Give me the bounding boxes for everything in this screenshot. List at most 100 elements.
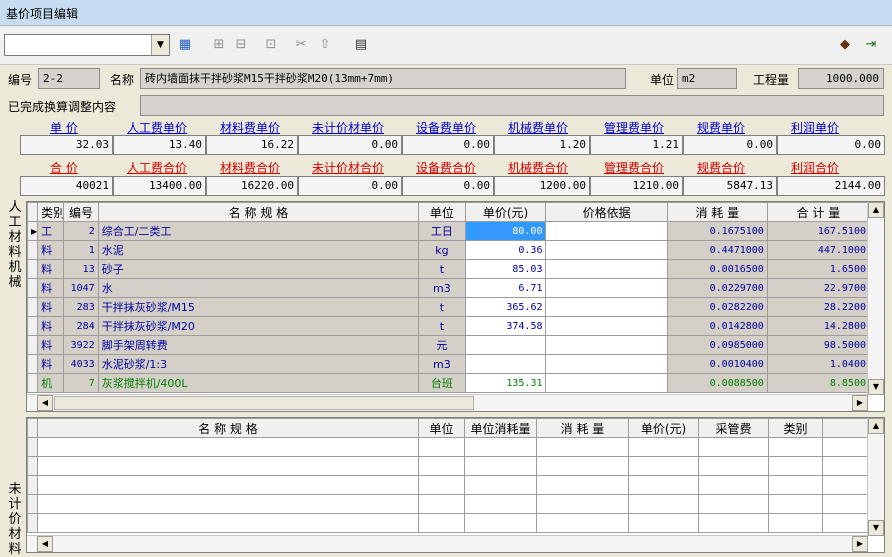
- empty-cell[interactable]: [822, 456, 871, 476]
- table-row[interactable]: [27, 513, 871, 533]
- merge-icon[interactable]: ⊡: [262, 36, 280, 54]
- filter-combo[interactable]: ▼: [4, 34, 170, 56]
- resource-col-5[interactable]: 价格依据: [545, 202, 668, 222]
- cell-basis[interactable]: [545, 297, 668, 317]
- cell-price[interactable]: [464, 335, 547, 355]
- cell-basis[interactable]: [545, 259, 668, 279]
- resource-col-3[interactable]: 单位: [418, 202, 466, 222]
- exit-icon[interactable]: ⇥: [862, 36, 880, 54]
- delete-column-icon[interactable]: ▦: [176, 36, 194, 54]
- row-indicator[interactable]: [27, 354, 39, 374]
- unit-price-value-0[interactable]: 32.03: [20, 135, 113, 155]
- resource-col-1[interactable]: 编号: [63, 202, 99, 222]
- empty-cell[interactable]: [768, 475, 823, 495]
- row-indicator[interactable]: [27, 316, 39, 336]
- empty-cell[interactable]: [698, 475, 769, 495]
- resource-col-6[interactable]: 消 耗 量: [666, 202, 768, 222]
- total-price-value-2[interactable]: 16220.00: [206, 176, 298, 196]
- empty-cell[interactable]: [536, 475, 629, 495]
- empty-cell[interactable]: [27, 513, 38, 533]
- unpriced-vscroll[interactable]: ▲ ▼: [867, 418, 884, 536]
- empty-cell[interactable]: [37, 475, 419, 495]
- cell-basis[interactable]: [545, 335, 668, 355]
- empty-cell[interactable]: [37, 456, 419, 476]
- empty-cell[interactable]: [27, 437, 38, 457]
- unpriced-col-5[interactable]: 采管费: [698, 418, 769, 438]
- empty-cell[interactable]: [628, 513, 699, 533]
- empty-cell[interactable]: [768, 494, 823, 514]
- calculator-icon[interactable]: ▤: [352, 36, 370, 54]
- hscroll-thumb[interactable]: [54, 396, 474, 410]
- total-price-value-7[interactable]: 5847.13: [683, 176, 777, 196]
- table-row[interactable]: 料 13 砂子 t 85.03 0.0016500 1.6500: [27, 259, 871, 279]
- unit-price-value-3[interactable]: 0.00: [298, 135, 402, 155]
- cell-basis[interactable]: [545, 354, 668, 374]
- empty-cell[interactable]: [628, 494, 699, 514]
- table-row[interactable]: 机 7 灰浆搅拌机/400L 台班 135.31 0.0088500 8.8500: [27, 373, 871, 393]
- row-indicator[interactable]: [27, 259, 39, 279]
- row-indicator[interactable]: [27, 297, 39, 317]
- unit-price-value-2[interactable]: 16.22: [206, 135, 298, 155]
- cell-consume[interactable]: 0.0985000: [666, 335, 768, 355]
- table-row[interactable]: 料 284 干拌抹灰砂浆/M20 t 374.58 0.0142800 14.2800: [27, 316, 871, 336]
- resource-col-0[interactable]: 类别: [37, 202, 65, 222]
- resource-col-2[interactable]: 名 称 规 格: [97, 202, 420, 222]
- empty-cell[interactable]: [418, 437, 465, 457]
- cell-consume[interactable]: 0.0088500: [666, 373, 768, 393]
- cell-consume[interactable]: 0.4471000: [666, 240, 768, 260]
- total-price-value-1[interactable]: 13400.00: [113, 176, 206, 196]
- empty-cell[interactable]: [536, 513, 629, 533]
- empty-cell[interactable]: [464, 437, 537, 457]
- cell-price[interactable]: 85.03: [464, 259, 547, 279]
- chevron-down-icon[interactable]: ▼: [151, 35, 169, 55]
- empty-cell[interactable]: [37, 494, 419, 514]
- empty-cell[interactable]: [768, 456, 823, 476]
- total-price-value-4[interactable]: 0.00: [402, 176, 494, 196]
- empty-cell[interactable]: [628, 437, 699, 457]
- table-row[interactable]: 料 1 水泥 kg 0.36 0.4471000 447.1000: [27, 240, 871, 260]
- empty-cell[interactable]: [698, 513, 769, 533]
- up-icon[interactable]: ⇧: [316, 36, 334, 54]
- total-price-value-5[interactable]: 1200.00: [494, 176, 590, 196]
- empty-cell[interactable]: [37, 437, 419, 457]
- empty-cell[interactable]: [822, 513, 871, 533]
- book-icon[interactable]: ◆: [836, 36, 854, 54]
- empty-cell[interactable]: [27, 475, 38, 495]
- total-price-value-3[interactable]: 0.00: [298, 176, 402, 196]
- cell-price[interactable]: 80.00: [464, 221, 547, 241]
- empty-cell[interactable]: [698, 437, 769, 457]
- empty-cell[interactable]: [418, 475, 465, 495]
- empty-cell[interactable]: [536, 494, 629, 514]
- unit-price-value-6[interactable]: 1.21: [590, 135, 683, 155]
- unpriced-col-3[interactable]: 消 耗 量: [536, 418, 629, 438]
- unpriced-col-0[interactable]: 名 称 规 格: [37, 418, 419, 438]
- table-row[interactable]: [27, 475, 871, 495]
- cell-consume[interactable]: 0.1675100: [666, 221, 768, 241]
- empty-cell[interactable]: [628, 456, 699, 476]
- adjust-field[interactable]: [140, 95, 884, 116]
- resource-col-7[interactable]: 合 计 量: [766, 202, 871, 222]
- row-indicator[interactable]: [27, 373, 39, 393]
- empty-cell[interactable]: [536, 437, 629, 457]
- unit-price-value-1[interactable]: 13.40: [113, 135, 206, 155]
- scroll-right-icon[interactable]: ▶: [852, 536, 868, 552]
- unpriced-col-1[interactable]: 单位: [418, 418, 465, 438]
- empty-cell[interactable]: [536, 456, 629, 476]
- cell-price[interactable]: 365.62: [464, 297, 547, 317]
- cell-basis[interactable]: [545, 316, 668, 336]
- empty-cell[interactable]: [418, 456, 465, 476]
- empty-cell[interactable]: [768, 437, 823, 457]
- row-indicator[interactable]: [27, 278, 39, 298]
- empty-cell[interactable]: [768, 513, 823, 533]
- cell-consume[interactable]: 0.0142800: [666, 316, 768, 336]
- cell-consume[interactable]: 0.0010400: [666, 354, 768, 374]
- empty-cell[interactable]: [698, 494, 769, 514]
- unit-price-value-8[interactable]: 0.00: [777, 135, 885, 155]
- empty-cell[interactable]: [822, 494, 871, 514]
- unit-field[interactable]: m2: [677, 68, 737, 89]
- total-price-value-0[interactable]: 40021: [20, 176, 113, 196]
- table-row[interactable]: [27, 456, 871, 476]
- unpriced-col-4[interactable]: 单价(元): [628, 418, 699, 438]
- table-row[interactable]: 料 283 干拌抹灰砂浆/M15 t 365.62 0.0282200 28.2200: [27, 297, 871, 317]
- total-price-value-6[interactable]: 1210.00: [590, 176, 683, 196]
